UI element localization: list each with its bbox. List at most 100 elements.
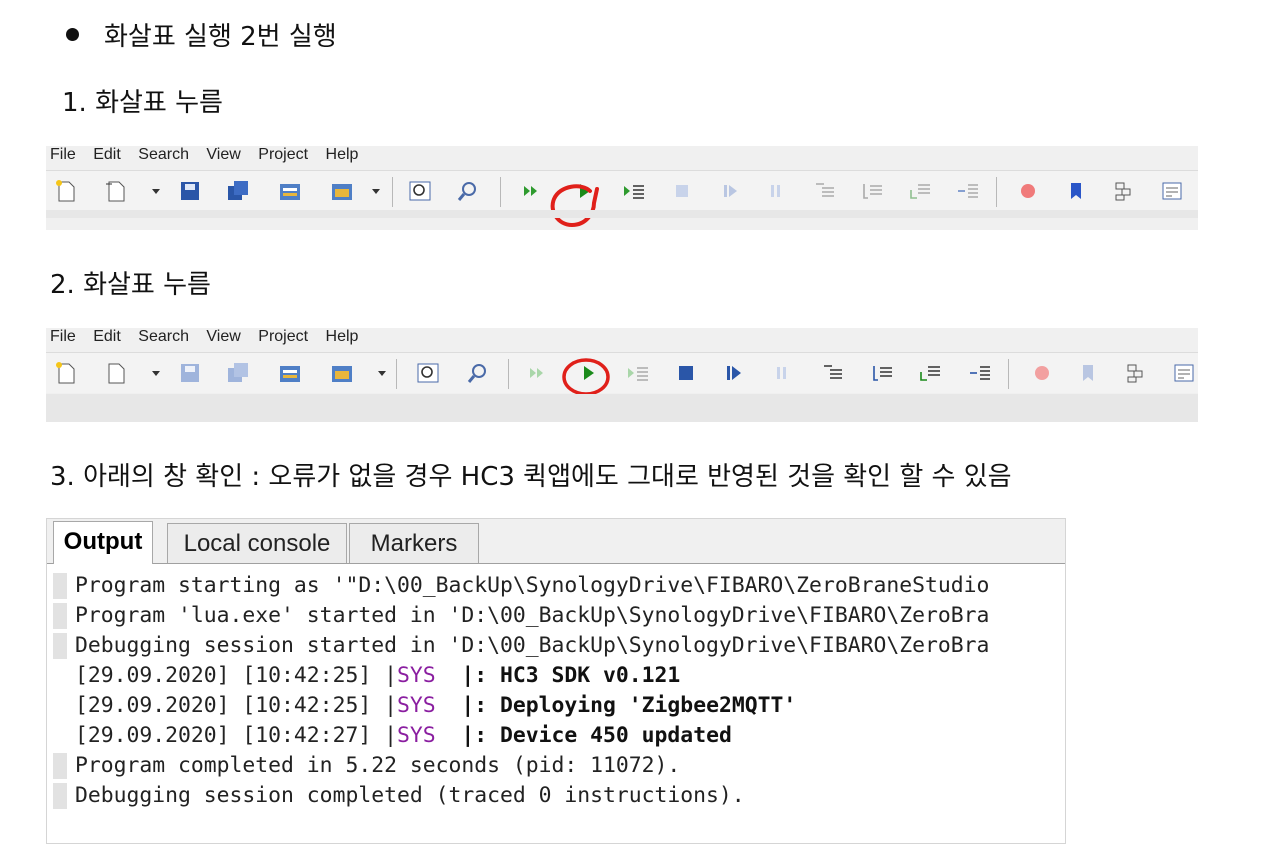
menu-edit[interactable]: Edit xyxy=(93,146,121,163)
save-icon[interactable] xyxy=(178,180,202,202)
output-line-text: Program 'lua.exe' started in 'D:\00_Back… xyxy=(75,603,990,628)
toggle-indent-icon[interactable] xyxy=(956,180,980,202)
toggle-icon[interactable] xyxy=(1124,362,1148,384)
tab-markers[interactable]: Markers xyxy=(349,523,479,563)
output-line: Debugging session started in 'D:\00_Back… xyxy=(47,631,1065,661)
chevron-down-icon[interactable] xyxy=(378,371,386,376)
chevron-down-icon[interactable] xyxy=(152,189,160,194)
step-icon[interactable] xyxy=(622,180,646,202)
run-fast-icon[interactable] xyxy=(520,180,544,202)
bookmark-icon[interactable] xyxy=(1076,362,1100,384)
open-file-icon[interactable] xyxy=(104,362,128,384)
toolbar-separator xyxy=(1008,359,1009,389)
project-open-icon[interactable] xyxy=(330,362,354,384)
step-over-icon[interactable] xyxy=(722,362,746,384)
log-sep: |: xyxy=(435,723,501,748)
output-line-text: Program starting as '"D:\00_BackUp\Synol… xyxy=(75,573,990,598)
save-all-icon[interactable] xyxy=(226,362,250,384)
step1-text: 1. 화살표 누름 xyxy=(62,88,223,118)
menu-view[interactable]: View xyxy=(206,328,240,345)
editor-tabs-edge xyxy=(46,210,1198,218)
toolbar xyxy=(46,352,1198,396)
project-folder-icon[interactable] xyxy=(278,180,302,202)
toggle-icon[interactable] xyxy=(1112,180,1136,202)
save-all-icon[interactable] xyxy=(226,180,250,202)
stop-icon[interactable] xyxy=(674,362,698,384)
log-sep: |: xyxy=(435,663,501,688)
run-to-cursor-icon[interactable] xyxy=(918,362,942,384)
bookmark-icon[interactable] xyxy=(1064,180,1088,202)
project-folder-icon[interactable] xyxy=(278,362,302,384)
log-tag: SYS xyxy=(396,723,436,748)
find-icon[interactable] xyxy=(416,362,440,384)
console-icon[interactable] xyxy=(1172,362,1196,384)
chevron-down-icon[interactable] xyxy=(372,189,380,194)
find-in-files-icon[interactable] xyxy=(466,362,490,384)
log-prefix: [29.09.2020] [10:42:25] | xyxy=(75,693,397,718)
output-line-text: Debugging session started in 'D:\00_Back… xyxy=(75,633,990,658)
toolbar-screenshot-1: File Edit Search View Project Help xyxy=(46,146,1198,230)
stop-icon[interactable] xyxy=(670,180,694,202)
breakpoint-icon[interactable] xyxy=(1016,180,1040,202)
bullet-text: 화살표 실행 2번 실행 xyxy=(104,22,337,52)
log-line: [29.09.2020] [10:42:27] |SYS |: Device 4… xyxy=(47,721,1065,751)
pause-icon[interactable] xyxy=(770,362,794,384)
log-line: [29.09.2020] [10:42:25] |SYS |: Deployin… xyxy=(47,691,1065,721)
tab-local-console[interactable]: Local console xyxy=(167,523,347,563)
breakpoint-icon[interactable] xyxy=(1030,362,1054,384)
toolbar-screenshot-2: File Edit Search View Project Help xyxy=(46,328,1198,422)
open-file-icon[interactable] xyxy=(104,180,128,202)
find-in-files-icon[interactable] xyxy=(456,180,480,202)
highlight-circle xyxy=(562,358,610,396)
menu-bar: File Edit Search View Project Help xyxy=(50,328,371,350)
output-line: Program 'lua.exe' started in 'D:\00_Back… xyxy=(47,601,1065,631)
toolbar-separator xyxy=(392,177,393,207)
menu-search[interactable]: Search xyxy=(138,328,189,345)
toolbar-separator xyxy=(996,177,997,207)
step-into-icon[interactable] xyxy=(812,180,836,202)
menu-project[interactable]: Project xyxy=(258,146,308,163)
step-icon[interactable] xyxy=(626,362,650,384)
menu-help[interactable]: Help xyxy=(326,146,359,163)
log-line: [29.09.2020] [10:42:25] |SYS |: HC3 SDK … xyxy=(47,661,1065,691)
menu-file[interactable]: File xyxy=(50,328,76,345)
console-icon[interactable] xyxy=(1160,180,1184,202)
new-file-icon[interactable] xyxy=(54,362,78,384)
new-file-icon[interactable] xyxy=(54,180,78,202)
toggle-indent-icon[interactable] xyxy=(968,362,992,384)
menu-bar: File Edit Search View Project Help xyxy=(50,146,371,168)
step-into-icon[interactable] xyxy=(820,362,844,384)
menu-project[interactable]: Project xyxy=(258,328,308,345)
output-line-text: Program completed in 5.22 seconds (pid: … xyxy=(75,753,681,778)
output-line-text: Debugging session completed (traced 0 in… xyxy=(75,783,745,808)
menu-view[interactable]: View xyxy=(206,146,240,163)
chevron-down-icon[interactable] xyxy=(152,371,160,376)
pause-icon[interactable] xyxy=(764,180,788,202)
step-out-icon[interactable] xyxy=(860,180,884,202)
output-tabstrip: Output Local console Markers xyxy=(47,519,1065,564)
menu-edit[interactable]: Edit xyxy=(93,328,121,345)
run-fast-icon[interactable] xyxy=(526,362,550,384)
menu-search[interactable]: Search xyxy=(138,146,189,163)
save-icon[interactable] xyxy=(178,362,202,384)
step-out-icon[interactable] xyxy=(870,362,894,384)
step-over-icon[interactable] xyxy=(718,180,742,202)
log-tag: SYS xyxy=(396,693,436,718)
highlight-circle xyxy=(550,184,599,228)
toolbar-separator xyxy=(396,359,397,389)
project-open-icon[interactable] xyxy=(330,180,354,202)
run-to-cursor-icon[interactable] xyxy=(908,180,932,202)
output-line: Debugging session completed (traced 0 in… xyxy=(47,781,1065,811)
toolbar-separator xyxy=(508,359,509,389)
log-message: Deploying 'Zigbee2MQTT' xyxy=(500,693,797,718)
menu-help[interactable]: Help xyxy=(326,328,359,345)
tab-output[interactable]: Output xyxy=(53,521,153,564)
output-line: Program starting as '"D:\00_BackUp\Synol… xyxy=(47,571,1065,601)
step3-text: 3. 아래의 창 확인 : 오류가 없을 경우 HC3 퀵앱에도 그대로 반영된… xyxy=(50,462,1012,492)
toolbar-separator xyxy=(500,177,501,207)
menu-file[interactable]: File xyxy=(50,146,76,163)
output-line: Program completed in 5.22 seconds (pid: … xyxy=(47,751,1065,781)
bullet-dot xyxy=(66,28,79,41)
find-icon[interactable] xyxy=(408,180,432,202)
log-prefix: [29.09.2020] [10:42:27] | xyxy=(75,723,397,748)
